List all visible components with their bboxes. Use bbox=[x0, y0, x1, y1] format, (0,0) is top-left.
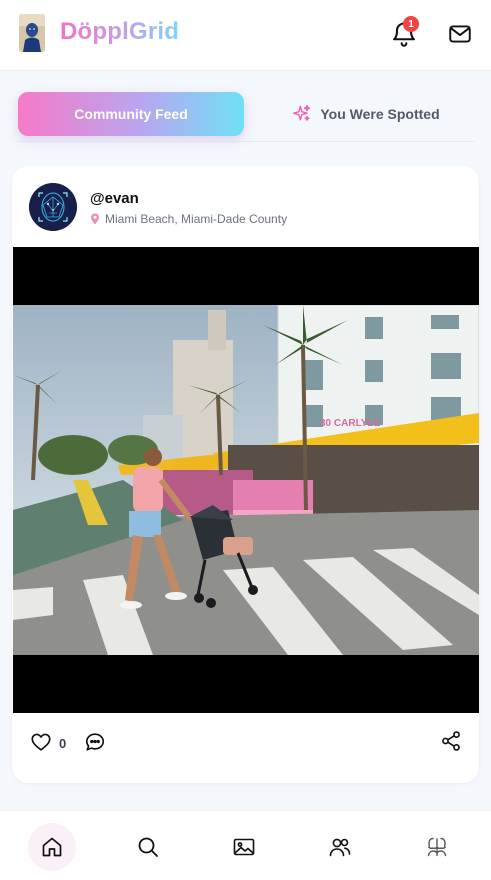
tab-community-feed[interactable]: Community Feed bbox=[18, 92, 244, 136]
nav-gallery[interactable] bbox=[220, 823, 268, 871]
search-icon bbox=[138, 837, 158, 857]
user-avatar[interactable] bbox=[19, 14, 45, 52]
image-icon bbox=[233, 838, 255, 856]
like-count: 0 bbox=[59, 736, 67, 751]
bottom-navigation bbox=[0, 810, 491, 880]
heart-icon bbox=[31, 733, 51, 751]
user-avatar-image bbox=[19, 14, 45, 52]
feed-tabs: Community Feed You Were Spotted bbox=[17, 92, 475, 142]
post-location: Miami Beach, Miami-Dade County bbox=[90, 212, 287, 226]
post-photo: 30 CARLYLE bbox=[13, 305, 479, 655]
nav-search[interactable] bbox=[124, 823, 172, 871]
post-actions: 0 bbox=[12, 726, 479, 762]
users-icon bbox=[329, 838, 351, 857]
nav-twins[interactable] bbox=[413, 823, 461, 871]
messages-button[interactable] bbox=[447, 21, 473, 47]
notifications-button[interactable]: 1 bbox=[390, 16, 419, 48]
twins-icon bbox=[427, 837, 447, 857]
tab-you-were-spotted[interactable]: You Were Spotted bbox=[257, 92, 475, 136]
brand-logo-text: DöpplGrid bbox=[60, 18, 180, 45]
comment-icon bbox=[85, 733, 105, 751]
post-username[interactable]: @evan bbox=[90, 190, 139, 207]
share-button[interactable] bbox=[440, 730, 462, 752]
nav-home[interactable] bbox=[28, 823, 76, 871]
post-media[interactable]: 30 CARLYLE bbox=[13, 247, 479, 713]
sparkles-icon bbox=[293, 104, 311, 121]
like-button[interactable] bbox=[30, 731, 52, 753]
location-pin-icon bbox=[91, 213, 99, 225]
share-icon bbox=[442, 731, 460, 751]
tab-you-were-spotted-label: You Were Spotted bbox=[320, 106, 440, 122]
mail-icon bbox=[449, 25, 471, 43]
post-card: @evan Miami Beach, Miami-Dade County 30 … bbox=[12, 166, 479, 783]
post-author-avatar[interactable] bbox=[29, 183, 77, 231]
face-scan-avatar-image bbox=[29, 183, 77, 231]
street-scene-image: 30 CARLYLE bbox=[13, 305, 479, 655]
notification-badge: 1 bbox=[403, 16, 419, 32]
nav-community[interactable] bbox=[316, 823, 364, 871]
app-header: DöpplGrid 1 bbox=[0, 0, 491, 71]
home-icon bbox=[42, 837, 62, 857]
post-location-text: Miami Beach, Miami-Dade County bbox=[105, 212, 288, 226]
tab-community-feed-label: Community Feed bbox=[74, 106, 188, 122]
building-sign: 30 CARLYLE bbox=[320, 418, 381, 429]
comment-button[interactable] bbox=[84, 731, 106, 753]
